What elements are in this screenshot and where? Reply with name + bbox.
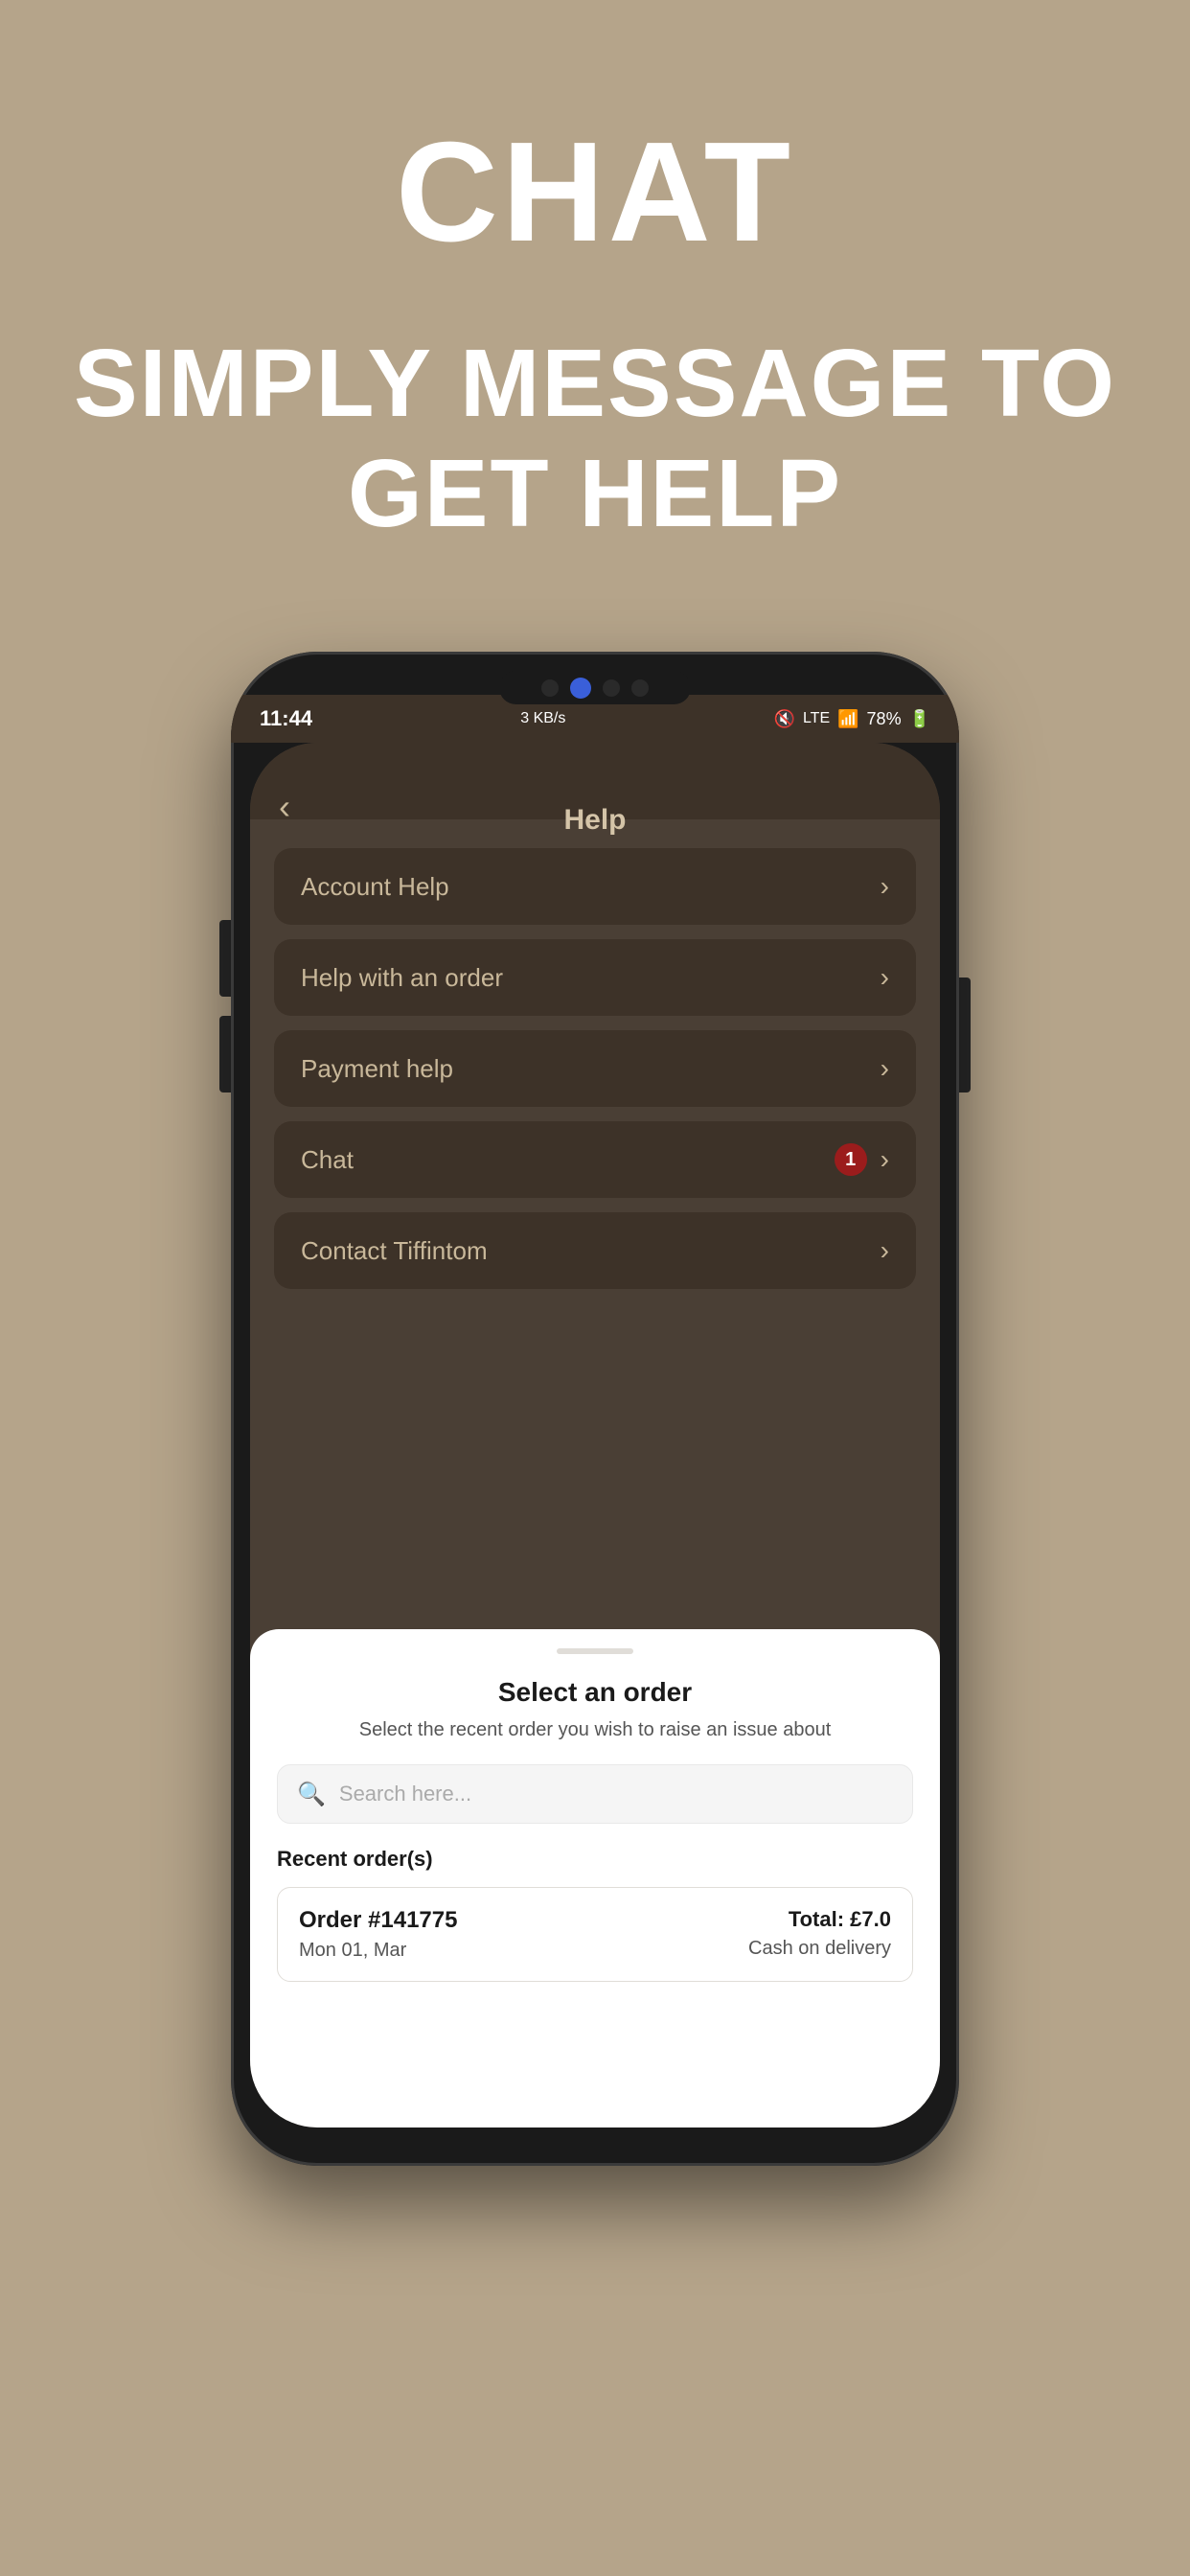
sheet-subtitle: Select the recent order you wish to rais…	[277, 1719, 913, 1741]
order-total: Total: £7.0	[748, 1907, 891, 1932]
sheet-handle	[557, 1648, 633, 1654]
menu-list: Account Help › Help with an order ›	[250, 819, 940, 1318]
menu-item-chat-right: 1 ›	[835, 1143, 889, 1176]
sensor-dot-2	[631, 679, 649, 697]
menu-item-help-order-label: Help with an order	[301, 963, 503, 993]
chevron-right-icon-5: ›	[881, 1235, 889, 1266]
menu-item-chat-label: Chat	[301, 1145, 354, 1175]
phone-body: 11:44 3 KB/s 🔇 LTE 📶 78% 🔋 ‹ Help	[231, 652, 959, 2166]
chevron-right-icon-4: ›	[881, 1144, 889, 1175]
page-background: CHAT SIMPLY MESSAGE TO GET HELP 11:44 3 …	[0, 0, 1190, 2576]
wifi-icon: 📶	[837, 709, 858, 729]
search-box[interactable]: 🔍 Search here...	[277, 1764, 913, 1824]
chat-badge: 1	[835, 1143, 867, 1176]
front-camera	[570, 678, 591, 699]
menu-item-payment-help[interactable]: Payment help ›	[274, 1030, 916, 1107]
app-header: ‹ Help	[250, 743, 940, 819]
lte-icon: LTE	[803, 710, 830, 727]
menu-item-chat[interactable]: Chat 1 ›	[274, 1121, 916, 1198]
camera-dot	[541, 679, 559, 697]
camera-notch	[499, 671, 691, 704]
page-subtitle: SIMPLY MESSAGE TO GET HELP	[0, 329, 1190, 549]
menu-item-help-order[interactable]: Help with an order ›	[274, 939, 916, 1016]
chevron-right-icon-2: ›	[881, 962, 889, 993]
phone-screen: ‹ Help Account Help › Help with an order	[250, 743, 940, 2128]
menu-item-account-help[interactable]: Account Help ›	[274, 848, 916, 925]
header-section: CHAT SIMPLY MESSAGE TO GET HELP	[0, 0, 1190, 549]
menu-item-help-order-right: ›	[881, 962, 889, 993]
data-speed: 3 KB/s	[520, 710, 565, 727]
menu-item-contact-label: Contact Tiffintom	[301, 1236, 488, 1266]
order-info-left: Order #141775 Mon 01, Mar	[299, 1907, 457, 1962]
volume-up-button	[219, 920, 231, 997]
app-header-title: Help	[563, 804, 626, 837]
sheet-title: Select an order	[277, 1677, 913, 1708]
back-arrow-icon[interactable]: ‹	[279, 787, 290, 827]
search-placeholder-text: Search here...	[339, 1782, 471, 1806]
order-card[interactable]: Order #141775 Mon 01, Mar Total: £7.0 Ca…	[277, 1887, 913, 1982]
volume-down-button	[219, 1016, 231, 1092]
menu-item-account-help-right: ›	[881, 871, 889, 902]
power-button	[959, 978, 971, 1092]
menu-item-payment-help-right: ›	[881, 1053, 889, 1084]
menu-item-payment-help-label: Payment help	[301, 1054, 453, 1084]
order-number: Order #141775	[299, 1907, 457, 1934]
bottom-sheet: Select an order Select the recent order …	[250, 1629, 940, 2128]
chevron-right-icon: ›	[881, 871, 889, 902]
mute-icon: 🔇	[774, 709, 795, 729]
menu-item-account-help-label: Account Help	[301, 872, 449, 902]
battery-icon: 🔋	[909, 709, 930, 729]
search-icon: 🔍	[297, 1781, 326, 1808]
order-info-right: Total: £7.0 Cash on delivery	[748, 1907, 891, 1960]
status-time: 11:44	[260, 706, 312, 731]
recent-orders-label: Recent order(s)	[277, 1847, 913, 1872]
battery-text: 78%	[867, 709, 902, 729]
menu-item-contact-right: ›	[881, 1235, 889, 1266]
chevron-right-icon-3: ›	[881, 1053, 889, 1084]
page-title: CHAT	[0, 115, 1190, 271]
order-date: Mon 01, Mar	[299, 1940, 457, 1962]
menu-item-contact[interactable]: Contact Tiffintom ›	[274, 1212, 916, 1289]
sensor-dot	[603, 679, 620, 697]
phone-mockup: 11:44 3 KB/s 🔇 LTE 📶 78% 🔋 ‹ Help	[231, 652, 959, 2166]
status-right-icons: 🔇 LTE 📶 78% 🔋	[774, 709, 930, 729]
order-payment: Cash on delivery	[748, 1938, 891, 1960]
